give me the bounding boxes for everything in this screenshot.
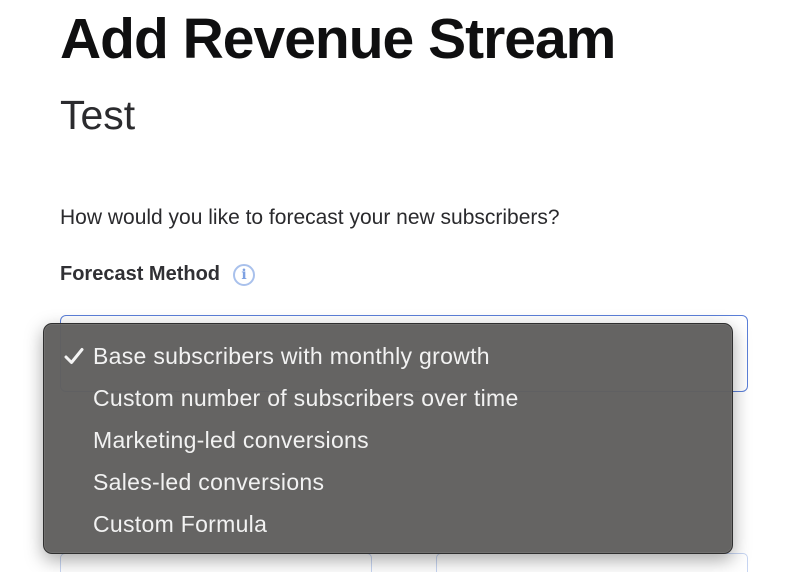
add-revenue-stream-page: Add Revenue Stream Test How would you li… bbox=[0, 0, 786, 572]
menu-item-marketing-led[interactable]: Marketing-led conversions bbox=[44, 419, 732, 461]
menu-item-custom-subscribers[interactable]: Custom number of subscribers over time bbox=[44, 377, 732, 419]
menu-item-label: Sales-led conversions bbox=[93, 469, 325, 495]
page-subtitle: Test bbox=[60, 92, 136, 138]
forecast-method-dropdown-menu: Base subscribers with monthly growth Cus… bbox=[43, 323, 733, 554]
checkmark-icon bbox=[64, 335, 84, 377]
forecast-question: How would you like to forecast your new … bbox=[60, 206, 560, 229]
info-icon[interactable]: i bbox=[233, 263, 256, 286]
menu-item-sales-led[interactable]: Sales-led conversions bbox=[44, 461, 732, 503]
menu-item-label: Base subscribers with monthly growth bbox=[93, 343, 490, 369]
menu-item-label: Custom number of subscribers over time bbox=[93, 385, 519, 411]
menu-item-label: Custom Formula bbox=[93, 511, 268, 537]
lower-right-field[interactable] bbox=[436, 553, 748, 572]
menu-item-label: Marketing-led conversions bbox=[93, 427, 369, 453]
page-title: Add Revenue Stream bbox=[60, 7, 616, 71]
forecast-method-label: Forecast Method bbox=[60, 263, 221, 285]
forecast-method-label-row: Forecast Method i bbox=[60, 263, 256, 286]
menu-item-custom-formula[interactable]: Custom Formula bbox=[44, 503, 732, 545]
menu-item-base-subscribers[interactable]: Base subscribers with monthly growth bbox=[44, 335, 732, 377]
lower-left-field[interactable] bbox=[60, 553, 372, 572]
